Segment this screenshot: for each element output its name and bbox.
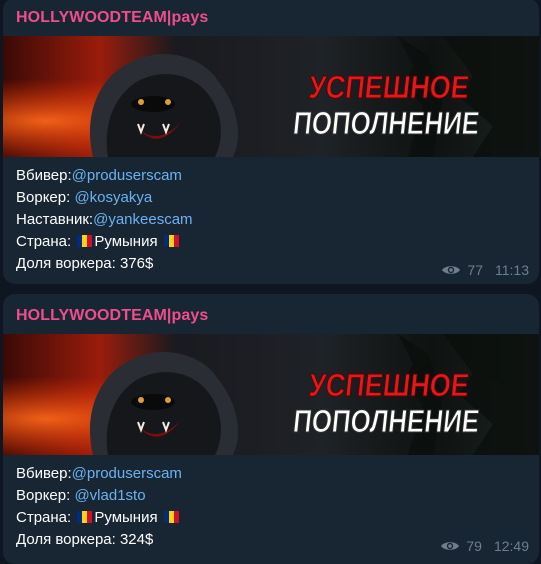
romania-flag-icon: [163, 232, 179, 247]
message-meta: 79 12:49: [440, 538, 529, 554]
banner-image[interactable]: УСПЕШНОЕ ПОПОЛНЕНИЕ: [3, 36, 539, 157]
country-name: Румыния: [94, 233, 158, 250]
channel-name[interactable]: HOLLYWOODTEAM|pays: [16, 9, 208, 27]
line-country: Страна: Румыния: [16, 507, 182, 529]
message-time: 11:13: [495, 262, 529, 278]
romania-flag-icon: [163, 508, 179, 523]
gorilla-banner-graphic: УСПЕШНОЕ ПОПОЛНЕНИЕ: [3, 334, 539, 455]
message-text: Вбивер:@produserscam Воркер: @vlad1sto С…: [16, 463, 182, 551]
romania-flag-icon: [77, 508, 93, 523]
gorilla-banner-graphic: УСПЕШНОЕ ПОПОЛНЕНИЕ: [3, 36, 539, 157]
mention-link[interactable]: @yankeescam: [93, 211, 192, 228]
romania-flag-icon: [77, 232, 93, 247]
channel-name[interactable]: HOLLYWOODTEAM|pays: [16, 307, 208, 325]
banner-title-line1: УСПЕШНОЕ: [307, 69, 471, 105]
line-country: Страна: Румыния: [16, 231, 193, 253]
message-time: 12:49: [493, 538, 529, 554]
message-meta: 77 11:13: [441, 262, 529, 278]
view-count: 79: [466, 538, 482, 554]
mention-link[interactable]: @vlad1sto: [74, 487, 145, 504]
message-bubble[interactable]: HOLLYWOODTEAM|pays УСПЕШНОЕ ПОПОЛНЕНИЕ В…: [3, 0, 539, 284]
message-feed: HOLLYWOODTEAM|pays УСПЕШНОЕ ПОПОЛНЕНИЕ В…: [0, 0, 541, 564]
message-bubble[interactable]: HOLLYWOODTEAM|pays УСПЕШНОЕ ПОПОЛНЕНИЕ В…: [3, 294, 539, 564]
banner-image[interactable]: УСПЕШНОЕ ПОПОЛНЕНИЕ: [3, 334, 539, 455]
eye-icon: [442, 266, 461, 274]
line-worker: Воркер: @kosyakya: [16, 189, 153, 206]
line-share: Доля воркера: 376$: [16, 255, 154, 272]
eye-icon: [441, 542, 460, 550]
line-vbiver: Вбивер:@produserscam: [16, 167, 182, 184]
line-vbiver: Вбивер:@produserscam: [16, 465, 182, 482]
country-name: Румыния: [94, 509, 158, 526]
line-share: Доля воркера: 324$: [16, 531, 154, 548]
line-mentor: Наставник:@yankeescam: [16, 211, 193, 228]
message-text: Вбивер:@produserscam Воркер: @kosyakya Н…: [16, 165, 193, 275]
banner-title-line2: ПОПОЛНЕНИЕ: [291, 105, 481, 141]
mention-link[interactable]: @produserscam: [72, 465, 182, 482]
view-count: 77: [467, 262, 483, 278]
line-worker: Воркер: @vlad1sto: [16, 487, 146, 504]
banner-title-line1: УСПЕШНОЕ: [307, 367, 471, 403]
banner-title-line2: ПОПОЛНЕНИЕ: [291, 403, 481, 439]
mention-link[interactable]: @produserscam: [72, 167, 182, 184]
mention-link[interactable]: @kosyakya: [74, 189, 152, 206]
